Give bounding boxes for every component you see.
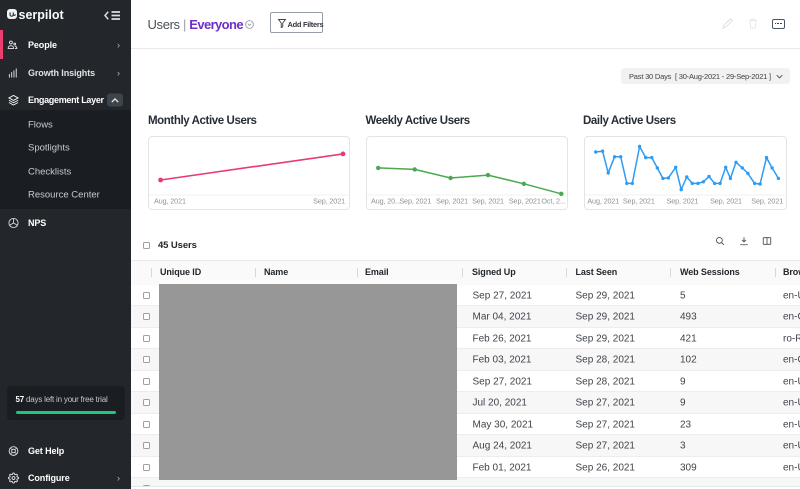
- svg-text:Aug, 20...: Aug, 20...: [371, 196, 401, 205]
- svg-text:Aug, 2021: Aug, 2021: [154, 196, 186, 205]
- svg-text:Sep, 2021: Sep, 2021: [751, 196, 783, 205]
- svg-text:Sep, 2021: Sep, 2021: [313, 196, 345, 205]
- svg-text:Sep, 2021: Sep, 2021: [472, 196, 504, 205]
- svg-text:Sep, 2021: Sep, 2021: [667, 196, 699, 205]
- svg-text:Aug, 2021: Aug, 2021: [587, 196, 619, 205]
- svg-text:Sep, 2021: Sep, 2021: [399, 196, 431, 205]
- svg-text:Sep, 2021: Sep, 2021: [623, 196, 655, 205]
- svg-text:Sep, 2021: Sep, 2021: [710, 196, 742, 205]
- svg-text:Sep, 2021: Sep, 2021: [436, 196, 468, 205]
- svg-text:Sep, 2021: Sep, 2021: [508, 196, 540, 205]
- svg-text:Oct, 2...: Oct, 2...: [541, 196, 565, 205]
